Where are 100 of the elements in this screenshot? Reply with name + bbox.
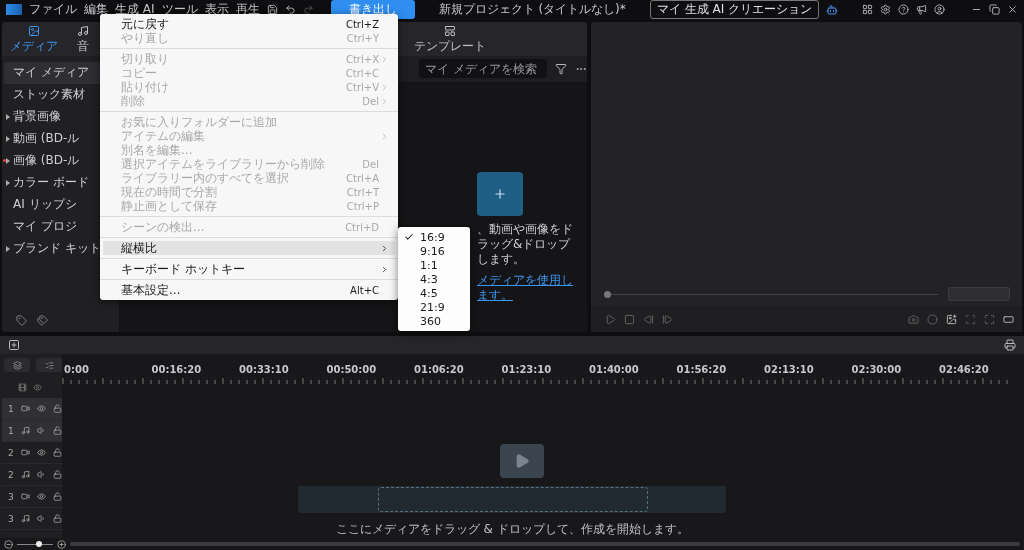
video-camera-icon — [20, 492, 30, 501]
music-note-icon — [20, 426, 30, 435]
user-icon[interactable] — [934, 4, 945, 16]
menu-item[interactable]: 1:1 — [398, 258, 470, 272]
add-track-icon[interactable] — [8, 339, 20, 351]
menu-item[interactable]: 9:16 — [398, 244, 470, 258]
zoom-in-icon[interactable] — [57, 539, 66, 549]
zoom-out-icon[interactable] — [4, 539, 13, 549]
ai-creation-button[interactable]: マイ 生成 AI クリエーション — [649, 0, 819, 20]
fit-button[interactable] — [36, 358, 62, 372]
chevron-icon — [380, 131, 389, 141]
track-header[interactable]: 1 — [2, 398, 62, 420]
track-header[interactable]: 2 — [2, 442, 62, 464]
menu-item[interactable]: 21:9 — [398, 300, 470, 314]
track-number: 2 — [8, 447, 14, 458]
music-note-icon — [20, 514, 30, 523]
media-tab[interactable]: 音 — [62, 21, 104, 56]
lock-icon[interactable] — [52, 426, 62, 435]
lock-icon[interactable] — [52, 514, 62, 523]
music-note-icon — [20, 470, 30, 479]
track-header[interactable]: 3 — [2, 486, 62, 508]
settings-icon[interactable] — [880, 4, 891, 16]
menu-item[interactable]: 編集 — [84, 1, 108, 19]
app-logo — [6, 4, 22, 16]
media-tab[interactable]: テンプレート — [410, 21, 490, 56]
next-frame-icon[interactable] — [662, 313, 673, 325]
menu-item[interactable]: 縦横比 — [103, 241, 395, 255]
ruler-label: 00:33:10 — [239, 364, 290, 375]
menu-item[interactable]: 基本設定... Alt+C — [103, 283, 395, 297]
zoom-thumb[interactable] — [35, 540, 42, 547]
eye-icon[interactable] — [36, 448, 46, 457]
menu-item[interactable]: 4:3 — [398, 272, 470, 286]
ruler-label: 01:56:20 — [676, 364, 728, 375]
image-icon — [28, 24, 40, 37]
video-camera-icon — [20, 448, 30, 457]
lock-icon[interactable] — [52, 448, 62, 457]
layout-icon[interactable] — [862, 4, 873, 16]
track-header[interactable]: 2 — [2, 464, 62, 486]
video-camera-icon — [20, 404, 30, 413]
chevron-icon — [380, 243, 389, 253]
film-icon[interactable] — [18, 382, 27, 392]
ruler-label: 0:00 — [64, 364, 90, 375]
fullscreen-icon[interactable] — [984, 313, 995, 325]
menu-item[interactable]: 360 — [398, 314, 470, 328]
menu-item[interactable]: 4:5 — [398, 286, 470, 300]
snapshot-icon[interactable] — [946, 313, 957, 325]
print-icon[interactable] — [1004, 339, 1016, 351]
robot-icon[interactable] — [826, 3, 838, 16]
speaker-icon[interactable] — [36, 470, 46, 479]
tag-icon[interactable] — [16, 315, 27, 326]
timecode-box — [948, 287, 1010, 301]
ruler-label: 01:06:20 — [414, 364, 465, 375]
search-field[interactable]: マイ メディアを検索 — [419, 59, 547, 79]
redo-icon[interactable] — [302, 4, 314, 16]
megaphone-icon[interactable] — [916, 4, 927, 16]
previous-frame-icon[interactable] — [643, 313, 654, 325]
help-icon[interactable] — [898, 4, 909, 16]
folder-icon — [477, 171, 523, 216]
track-manager-button[interactable] — [4, 358, 30, 372]
lock-icon[interactable] — [52, 492, 62, 501]
track-header[interactable]: 1 — [2, 420, 62, 442]
track-number: 1 — [8, 403, 14, 414]
track-header[interactable]: 3 — [2, 508, 62, 530]
menu-item[interactable]: キーボード ホットキー — [103, 262, 395, 276]
media-tab[interactable]: メディア — [6, 21, 62, 56]
menu-item[interactable]: ファイル — [29, 1, 77, 19]
ruler-label: 02:46:20 — [939, 364, 990, 375]
speaker-icon[interactable] — [36, 426, 46, 435]
track-number: 3 — [8, 491, 14, 502]
menu-item[interactable]: ツール — [161, 1, 198, 19]
speaker-icon[interactable] — [36, 514, 46, 523]
eye-icon[interactable] — [36, 404, 46, 413]
track-number: 2 — [8, 469, 14, 480]
lock-icon[interactable] — [52, 470, 62, 479]
save-icon[interactable] — [266, 4, 278, 16]
ruler-label: 00:50:00 — [326, 364, 378, 375]
restore-icon[interactable] — [989, 4, 1000, 16]
stop-icon[interactable] — [624, 313, 635, 325]
lock-icon[interactable] — [52, 404, 62, 413]
undo-icon[interactable] — [284, 4, 296, 16]
filter-icon[interactable] — [555, 62, 567, 75]
aspect-icon[interactable] — [1003, 313, 1014, 325]
list-icon — [44, 360, 54, 370]
eye-icon[interactable] — [33, 382, 42, 392]
tags-icon[interactable] — [37, 315, 48, 326]
eye-icon[interactable] — [36, 492, 46, 501]
menu-item[interactable]: 16:9 — [398, 230, 470, 244]
media-link[interactable]: メディアを使用します。 — [477, 272, 577, 303]
track-number: 1 — [8, 425, 14, 436]
scroll-bar[interactable] — [70, 542, 1020, 546]
layout-icon — [444, 24, 456, 37]
music-note-icon — [77, 24, 89, 37]
ruler-label: 02:13:10 — [764, 364, 815, 375]
film-icon — [500, 444, 545, 478]
layers-icon — [12, 360, 22, 370]
seek-thumb[interactable] — [604, 290, 611, 298]
close-icon[interactable] — [1007, 4, 1018, 16]
menu-item[interactable]: 元に戻す Ctrl+Z — [103, 17, 395, 31]
track-number: 3 — [8, 513, 14, 524]
chevron-icon — [380, 54, 389, 64]
